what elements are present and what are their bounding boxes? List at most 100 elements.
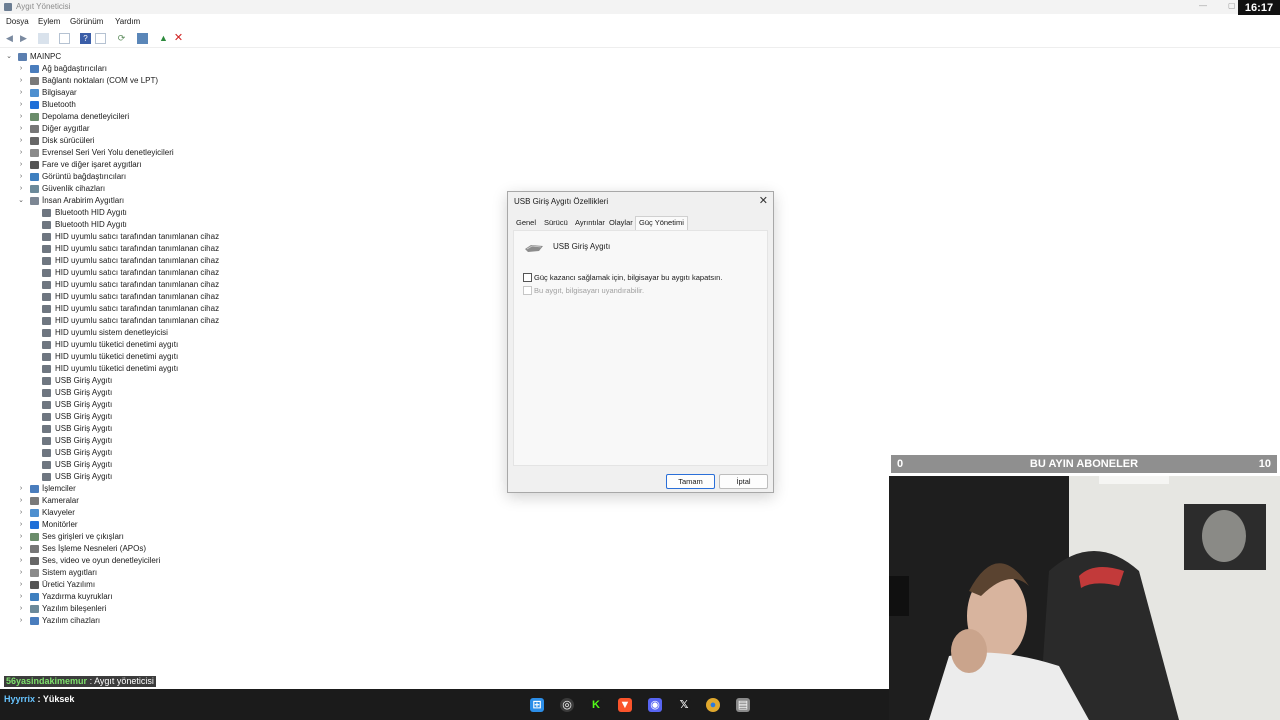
kick-icon[interactable]: K [589, 698, 603, 712]
category-icon [30, 581, 39, 589]
chevron-right-icon[interactable]: › [17, 567, 25, 579]
chevron-right-icon[interactable]: › [17, 75, 25, 87]
properties-icon[interactable] [59, 33, 70, 44]
power-off-checkbox[interactable] [523, 273, 532, 282]
update-driver-icon[interactable]: ▲ [158, 33, 169, 44]
subscriber-count-right: 10 [1258, 458, 1271, 470]
chevron-right-icon[interactable]: › [17, 543, 25, 555]
chevron-right-icon[interactable]: › [17, 111, 25, 123]
discord-icon[interactable]: ◉ [648, 698, 662, 712]
chevron-right-icon[interactable]: › [17, 135, 25, 147]
uninstall-device-icon[interactable]: ✕ [173, 33, 184, 44]
chat-username: Hyyrrix [4, 694, 36, 704]
chevron-right-icon[interactable]: › [17, 483, 25, 495]
tab-genel[interactable]: Genel [516, 218, 536, 227]
chevron-right-icon[interactable]: › [17, 615, 25, 627]
dialog-title: USB Giriş Aygıtı Özellikleri [514, 197, 609, 206]
chevron-down-icon[interactable]: ⌄ [5, 51, 13, 63]
category-icon [30, 485, 39, 493]
chevron-right-icon[interactable]: › [17, 531, 25, 543]
ok-button[interactable]: Tamam [666, 474, 715, 489]
category-icon [30, 101, 39, 109]
chevron-down-icon[interactable]: ⌄ [17, 195, 25, 207]
category-icon [30, 125, 39, 133]
tree-item-label: USB Giriş Aygıtı [55, 448, 113, 457]
chevron-right-icon[interactable]: › [17, 171, 25, 183]
windows-start-icon[interactable]: ⊞ [530, 698, 544, 712]
chevron-right-icon[interactable]: › [17, 87, 25, 99]
tree-item-label: Fare ve diğer işaret aygıtları [42, 160, 142, 169]
tree-item-label: USB Giriş Aygıtı [55, 376, 113, 385]
category-icon [30, 113, 39, 121]
chevron-right-icon[interactable]: › [17, 63, 25, 75]
window-title: Aygıt Yöneticisi [16, 2, 71, 11]
forward-icon[interactable]: ▶ [18, 33, 29, 44]
chevron-right-icon[interactable]: › [17, 591, 25, 603]
tree-item-label: Ses, video ve oyun denetleyicileri [42, 556, 161, 565]
chevron-right-icon[interactable]: › [17, 159, 25, 171]
chevron-right-icon[interactable]: › [17, 519, 25, 531]
cancel-button[interactable]: İptal [719, 474, 768, 489]
tab-ayrintilar[interactable]: Ayrıntılar [575, 218, 605, 227]
taskbar: Hyyrrix : Yüksek ⊞ ◎ K ▼ ◉ 𝕏 ● ▤ [0, 689, 889, 720]
chevron-right-icon[interactable]: › [17, 183, 25, 195]
back-icon[interactable]: ◀ [4, 33, 15, 44]
hid-device-icon [42, 317, 51, 325]
category-icon [30, 137, 39, 145]
chevron-right-icon[interactable]: › [17, 495, 25, 507]
tab-panel: USB Giriş Aygıtı Güç kazancı sağlamak iç… [513, 230, 768, 466]
title-bar: Aygıt Yöneticisi — ▢ [0, 0, 1280, 14]
tree-item-label: Ses İşleme Nesneleri (APOs) [42, 544, 147, 553]
chevron-right-icon[interactable]: › [17, 123, 25, 135]
chevron-right-icon[interactable]: › [17, 579, 25, 591]
tab-olaylar[interactable]: Olaylar [609, 218, 633, 227]
chrome-icon[interactable]: ● [706, 698, 720, 712]
category-icon [30, 569, 39, 577]
tree-item-label: Yazılım cihazları [42, 616, 101, 625]
menu-dosya[interactable]: Dosya [6, 17, 29, 26]
chevron-right-icon[interactable]: › [17, 603, 25, 615]
show-hide-console-tree-icon[interactable] [38, 33, 49, 44]
tree-item-label: USB Giriş Aygıtı [55, 400, 113, 409]
category-icon [30, 185, 39, 193]
menu-eylem[interactable]: Eylem [38, 17, 60, 26]
tree-item-label: HID uyumlu tüketici denetimi aygıtı [55, 352, 179, 361]
tree-item-label: Görüntü bağdaştırıcıları [42, 172, 127, 181]
view-icon[interactable] [95, 33, 106, 44]
tree-item-label: USB Giriş Aygıtı [55, 412, 113, 421]
category-icon [30, 77, 39, 85]
category-icon [30, 89, 39, 97]
power-off-label: Güç kazancı sağlamak için, bilgisayar bu… [534, 273, 723, 282]
tab-surucu[interactable]: Sürücü [544, 218, 568, 227]
category-icon [30, 617, 39, 625]
menu-yardim[interactable]: Yardım [115, 17, 140, 26]
steam-icon[interactable]: ◎ [560, 698, 574, 712]
tree-item-label: USB Giriş Aygıtı [55, 472, 113, 481]
chevron-right-icon[interactable]: › [17, 507, 25, 519]
help-icon[interactable]: ? [80, 33, 91, 44]
tree-item-label: HID uyumlu satıcı tarafından tanımlanan … [55, 232, 220, 241]
minimize-icon[interactable]: — [1199, 1, 1207, 10]
close-icon[interactable]: ✕ [759, 194, 768, 207]
chevron-right-icon[interactable]: › [17, 147, 25, 159]
brave-icon[interactable]: ▼ [618, 698, 632, 712]
tree-item-label: Kameralar [42, 496, 79, 505]
category-icon [30, 545, 39, 553]
maximize-icon[interactable]: ▢ [1228, 1, 1236, 10]
tree-item-label: Disk sürücüleri [42, 136, 95, 145]
hid-device-icon [42, 233, 51, 241]
hid-device-icon [42, 437, 51, 445]
chat-message-2: Hyyrrix : Yüksek [4, 694, 74, 704]
subscriber-title: BU AYIN ABONELER [1029, 458, 1139, 470]
device-manager-icon[interactable]: ▤ [736, 698, 750, 712]
tab-guc-yonetimi[interactable]: Güç Yönetimi [635, 216, 688, 231]
scan-hardware-icon[interactable]: ⟳ [116, 33, 127, 44]
x-icon[interactable]: 𝕏 [677, 698, 691, 712]
category-icon [30, 521, 39, 529]
chevron-right-icon[interactable]: › [17, 555, 25, 567]
menu-gorunum[interactable]: Görünüm [70, 17, 103, 26]
category-icon [30, 65, 39, 73]
tree-item-label: Evrensel Seri Veri Yolu denetleyicileri [42, 148, 174, 157]
monitor-icon[interactable] [137, 33, 148, 44]
chevron-right-icon[interactable]: › [17, 99, 25, 111]
